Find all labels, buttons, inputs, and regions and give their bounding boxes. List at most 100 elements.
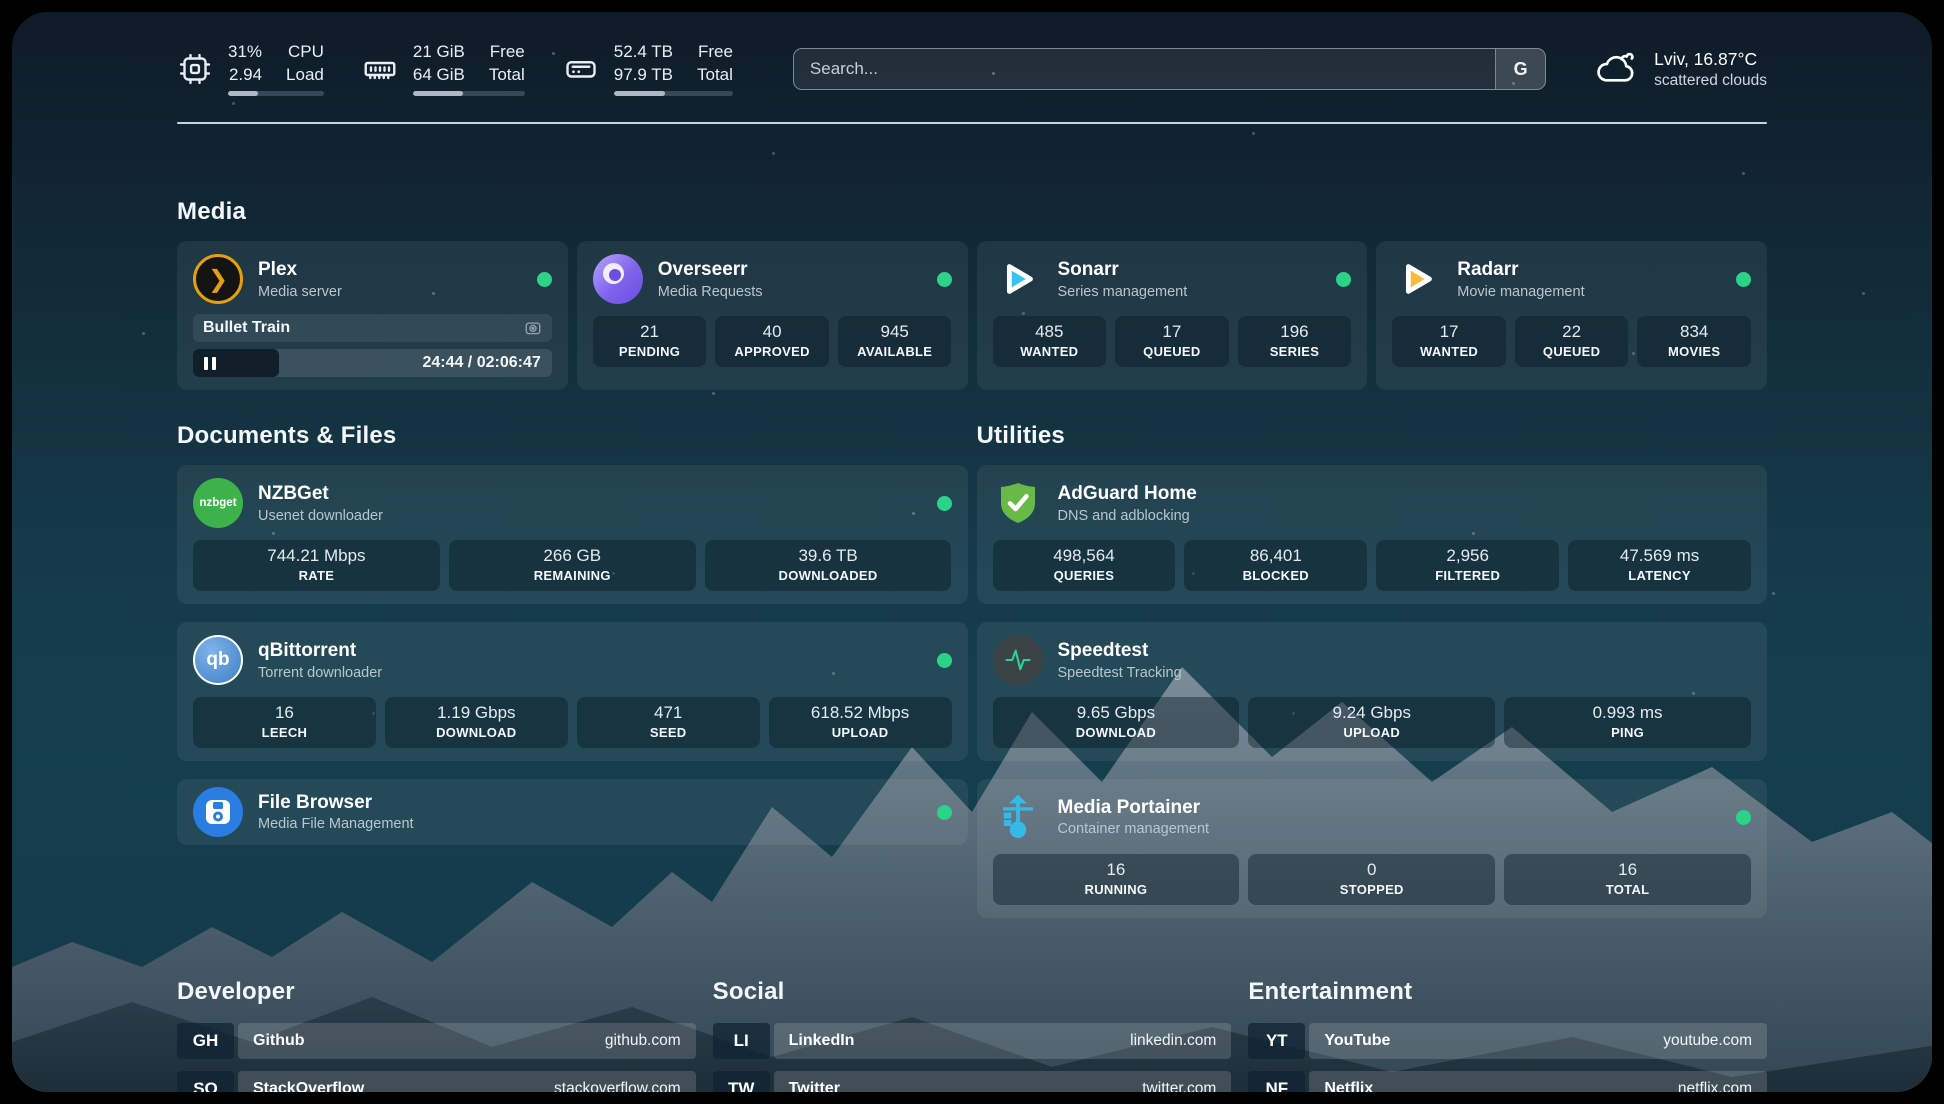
stat-block: 485WANTED xyxy=(993,316,1107,367)
cpu-widget: 31%2.94 CPULoad xyxy=(177,42,324,96)
bookmark-url: stackoverflow.com xyxy=(554,1080,681,1092)
section-documents: Documents & Files nzbget NZBGet Usenet d… xyxy=(177,422,968,845)
search-bar: G xyxy=(793,48,1546,90)
disk-free-value: 52.4 TB xyxy=(614,42,673,63)
bookmark-stackoverflow[interactable]: SO StackOverflow stackoverflow.com xyxy=(177,1071,696,1092)
bookmark-netflix[interactable]: NF Netflixnetflix.com xyxy=(1248,1071,1767,1092)
weather-location-temp: Lviv, 16.87°C xyxy=(1654,48,1767,71)
service-name: Overseerr xyxy=(658,258,763,282)
stat-block: 17WANTED xyxy=(1392,316,1506,367)
disk-stats: 52.4 TB97.9 TB FreeTotal xyxy=(614,42,733,96)
service-name: AdGuard Home xyxy=(1058,482,1197,506)
cpu-icon xyxy=(177,51,213,87)
sonarr-icon xyxy=(993,254,1043,304)
service-subtitle: Torrent downloader xyxy=(258,664,382,682)
section-utilities: Utilities AdGuard Home DNS and adblockin… xyxy=(977,422,1768,917)
dashboard-window: 31%2.94 CPULoad 21 GiB64 GiB xyxy=(12,12,1932,1092)
section-media: Media ❯ Plex Media server Bullet Train xyxy=(177,198,1767,390)
radarr-icon xyxy=(1392,254,1442,304)
bookmark-name: Github xyxy=(253,1032,305,1050)
service-subtitle: Movie management xyxy=(1457,283,1584,301)
service-name: File Browser xyxy=(258,791,414,815)
bookmark-abbr: SO xyxy=(177,1071,234,1092)
bookmark-abbr: YT xyxy=(1248,1023,1305,1059)
service-card-qbittorrent[interactable]: qb qBittorrent Torrent downloader 16LEEC… xyxy=(177,622,968,761)
status-dot xyxy=(937,272,952,287)
service-card-sonarr[interactable]: Sonarr Series management 485WANTED 17QUE… xyxy=(977,241,1368,390)
speedtest-icon xyxy=(993,635,1043,685)
cloud-icon xyxy=(1594,47,1640,92)
service-card-nzbget[interactable]: nzbget NZBGet Usenet downloader 744.21 M… xyxy=(177,465,968,604)
memory-free-label: Free xyxy=(490,42,525,63)
stat-block: 834MOVIES xyxy=(1637,316,1751,367)
bookmark-abbr: TW xyxy=(713,1071,770,1092)
service-subtitle: Usenet downloader xyxy=(258,507,383,525)
bookmark-group-developer: Developer GH Githubgithub.com SO StackOv… xyxy=(177,978,696,1092)
bookmark-linkedin[interactable]: LI LinkedIn linkedin.com xyxy=(713,1023,1232,1059)
portainer-icon xyxy=(993,792,1043,842)
service-card-plex[interactable]: ❯ Plex Media server Bullet Train xyxy=(177,241,568,390)
bookmark-twitter[interactable]: TW Twittertwitter.com xyxy=(713,1071,1232,1092)
stat-block: 744.21 MbpsRATE xyxy=(193,540,440,591)
service-subtitle: DNS and adblocking xyxy=(1058,507,1197,525)
cpu-load-label: Load xyxy=(286,65,324,86)
stat-block: 16LEECH xyxy=(193,697,376,748)
service-card-filebrowser[interactable]: File Browser Media File Management xyxy=(177,779,968,845)
service-name: qBittorrent xyxy=(258,639,382,663)
status-dot xyxy=(937,805,952,820)
stat-block: 618.52 MbpsUPLOAD xyxy=(769,697,952,748)
service-card-portainer[interactable]: Media Portainer Container management 16R… xyxy=(977,779,1768,918)
service-subtitle: Container management xyxy=(1058,820,1210,838)
pause-icon[interactable] xyxy=(204,357,216,370)
disk-total-label: Total xyxy=(697,65,733,86)
bookmark-name: StackOverflow xyxy=(253,1080,364,1092)
stat-block: 47.569 msLATENCY xyxy=(1568,540,1751,591)
bookmark-name: YouTube xyxy=(1324,1032,1390,1050)
disk-widget: 52.4 TB97.9 TB FreeTotal xyxy=(563,42,733,96)
service-name: Radarr xyxy=(1457,258,1584,282)
status-dot xyxy=(1736,272,1751,287)
stat-block: 266 GBREMAINING xyxy=(449,540,696,591)
stat-block: 9.24 GbpsUPLOAD xyxy=(1248,697,1495,748)
bookmark-name: Netflix xyxy=(1324,1080,1373,1092)
stat-block: 17QUEUED xyxy=(1115,316,1229,367)
stat-block: 945AVAILABLE xyxy=(838,316,952,367)
service-card-adguard[interactable]: AdGuard Home DNS and adblocking 498,564Q… xyxy=(977,465,1768,604)
service-name: Plex xyxy=(258,258,342,282)
bookmark-url: twitter.com xyxy=(1142,1080,1216,1092)
service-card-radarr[interactable]: Radarr Movie management 17WANTED 22QUEUE… xyxy=(1376,241,1767,390)
disk-free-label: Free xyxy=(698,42,733,63)
status-dot xyxy=(937,496,952,511)
service-card-overseerr[interactable]: Overseerr Media Requests 21PENDING 40APP… xyxy=(577,241,968,390)
stat-block: 22QUEUED xyxy=(1515,316,1629,367)
section-title-documents: Documents & Files xyxy=(177,422,968,450)
stat-block: 86,401BLOCKED xyxy=(1184,540,1367,591)
section-title-developer: Developer xyxy=(177,978,696,1006)
bookmark-name: LinkedIn xyxy=(789,1032,855,1050)
stat-block: 0STOPPED xyxy=(1248,854,1495,905)
search-input[interactable] xyxy=(794,49,1495,89)
bookmark-abbr: LI xyxy=(713,1023,770,1059)
section-title-utilities: Utilities xyxy=(977,422,1768,450)
memory-free-value: 21 GiB xyxy=(413,42,465,63)
weather-condition: scattered clouds xyxy=(1654,71,1767,91)
bookmark-github[interactable]: GH Githubgithub.com xyxy=(177,1023,696,1059)
stat-block: 21PENDING xyxy=(593,316,707,367)
status-dot xyxy=(937,653,952,668)
section-title-entertainment: Entertainment xyxy=(1248,978,1767,1006)
disk-icon xyxy=(563,51,599,87)
bookmark-url: linkedin.com xyxy=(1130,1032,1216,1050)
service-card-speedtest[interactable]: Speedtest Speedtest Tracking 9.65 GbpsDO… xyxy=(977,622,1768,761)
top-bar: 31%2.94 CPULoad 21 GiB64 GiB xyxy=(177,12,1767,96)
bookmark-youtube[interactable]: YT YouTubeyoutube.com xyxy=(1248,1023,1767,1059)
stat-block: 16RUNNING xyxy=(993,854,1240,905)
service-name: Media Portainer xyxy=(1058,796,1210,820)
cpu-stats: 31%2.94 CPULoad xyxy=(228,42,324,96)
service-subtitle: Media server xyxy=(258,283,342,301)
camera-icon[interactable] xyxy=(524,319,542,337)
search-provider-button[interactable]: G xyxy=(1495,49,1545,89)
disk-progress-bar xyxy=(614,91,733,96)
bookmark-url: netflix.com xyxy=(1678,1080,1752,1092)
section-title-social: Social xyxy=(713,978,1232,1006)
cpu-load-value: 2.94 xyxy=(229,65,262,86)
